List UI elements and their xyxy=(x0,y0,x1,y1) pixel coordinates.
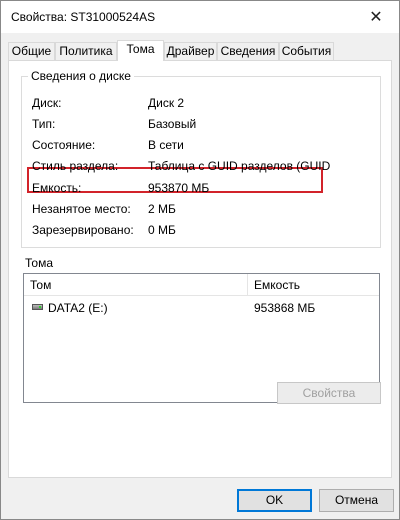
capacity-row: Емкость: 953870 МБ xyxy=(32,181,377,197)
tab-details[interactable]: Сведения xyxy=(217,42,279,60)
title-bar: Свойства: ST31000524AS ✕ xyxy=(1,1,399,33)
close-button[interactable]: ✕ xyxy=(353,1,399,32)
drive-icon xyxy=(32,304,43,310)
tab-policy[interactable]: Политика xyxy=(55,42,117,60)
status-label: Состояние: xyxy=(32,138,96,152)
type-value: Базовый xyxy=(148,117,197,131)
capacity-value: 953870 МБ xyxy=(148,181,210,195)
volume-name: DATA2 (E:) xyxy=(48,301,108,315)
unallocated-value: 2 МБ xyxy=(148,202,176,216)
status-row: Состояние: В сети xyxy=(32,138,377,154)
volumes-list-header: Том Емкость xyxy=(24,274,379,296)
properties-dialog: Свойства: ST31000524AS ✕ Общие Политика … xyxy=(0,0,400,520)
partition-style-value: Таблица с GUID разделов (GUID xyxy=(148,159,331,173)
volume-capacity: 953868 МБ xyxy=(254,301,316,315)
partition-style-row: Стиль раздела: Таблица с GUID разделов (… xyxy=(32,159,377,175)
column-header-capacity[interactable]: Емкость xyxy=(248,274,379,296)
reserved-value: 0 МБ xyxy=(148,223,176,237)
partition-style-label: Стиль раздела: xyxy=(32,159,119,173)
column-header-volume[interactable]: Том xyxy=(24,274,248,296)
ok-button[interactable]: OK xyxy=(237,489,312,512)
disk-row: Диск: Диск 2 xyxy=(32,96,377,112)
reserved-label: Зарезервировано: xyxy=(32,223,134,237)
disk-value: Диск 2 xyxy=(148,96,185,110)
close-icon: ✕ xyxy=(369,8,383,26)
disk-label: Диск: xyxy=(32,96,62,110)
unallocated-label: Незанятое место: xyxy=(32,202,131,216)
type-label: Тип: xyxy=(32,117,56,131)
volume-properties-button[interactable]: Свойства xyxy=(277,382,381,404)
capacity-label: Емкость: xyxy=(32,181,82,195)
volumes-label: Тома xyxy=(25,256,53,270)
disk-info-legend: Сведения о диске xyxy=(28,69,134,83)
tab-driver[interactable]: Драйвер xyxy=(164,42,217,60)
tab-general[interactable]: Общие xyxy=(8,42,55,60)
window-title: Свойства: ST31000524AS xyxy=(11,10,156,24)
cancel-button[interactable]: Отмена xyxy=(319,489,394,512)
unallocated-row: Незанятое место: 2 МБ xyxy=(32,202,377,218)
disk-info-group: Сведения о диске Диск: Диск 2 Тип: Базов… xyxy=(21,69,381,248)
tab-events[interactable]: События xyxy=(279,42,334,60)
volume-row[interactable]: DATA2 (E:) 953868 МБ xyxy=(24,299,379,317)
status-value: В сети xyxy=(148,138,184,152)
type-row: Тип: Базовый xyxy=(32,117,377,133)
volumes-tab-panel: Сведения о диске Диск: Диск 2 Тип: Базов… xyxy=(8,60,392,478)
reserved-row: Зарезервировано: 0 МБ xyxy=(32,223,377,239)
tab-volumes[interactable]: Тома xyxy=(117,40,164,61)
tab-bar: Общие Политика Тома Драйвер Сведения Соб… xyxy=(8,40,392,61)
